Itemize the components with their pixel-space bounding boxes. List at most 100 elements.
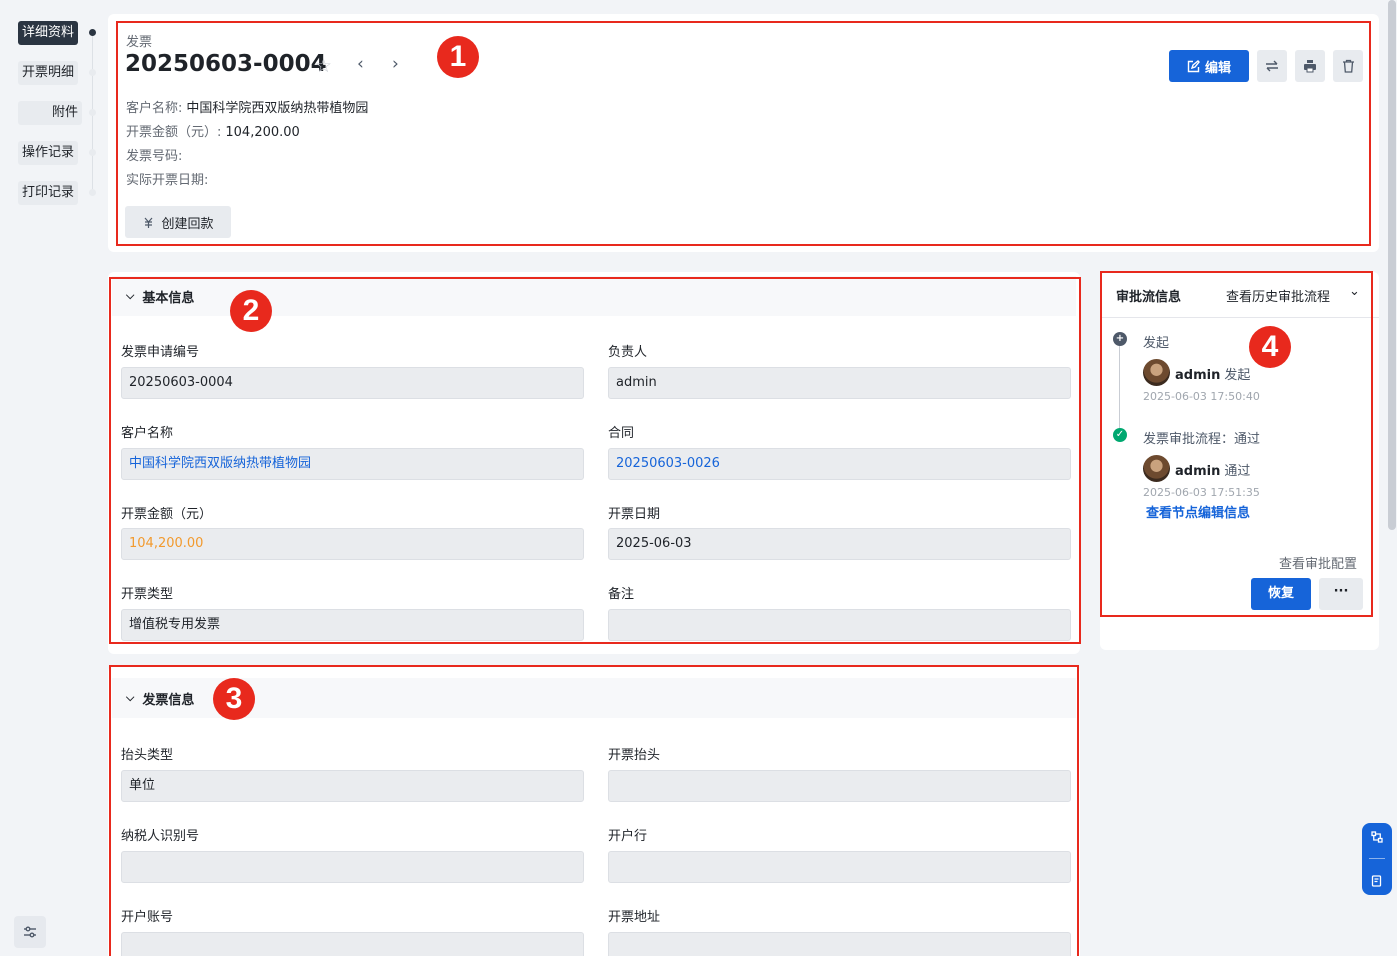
page-title: 20250603-0004 xyxy=(125,51,327,77)
field-label: 开票金额（元） xyxy=(121,507,213,522)
star-icon[interactable]: ☆ xyxy=(315,55,332,77)
field-label: 抬头类型 xyxy=(121,748,174,763)
field-label: 纳税人识别号 xyxy=(121,829,200,844)
anchor-nav: 详细资料 开票明细 附件 操作记录 打印记录 xyxy=(0,0,108,956)
kv-actual-date: 实际开票日期: xyxy=(126,169,212,188)
customer-name-link[interactable]: 中国科学院西双版纳热带植物园 xyxy=(121,448,584,480)
kv-label: 发票号码: xyxy=(126,149,183,164)
invoice-info-title: 发票信息 xyxy=(142,692,195,708)
field-label: 客户名称 xyxy=(121,426,174,441)
step-name: 发起 xyxy=(1143,336,1170,351)
bank-field[interactable] xyxy=(608,851,1071,883)
nav-dot xyxy=(89,109,96,116)
taxpayer-id-field[interactable] xyxy=(121,851,584,883)
chevron-right-icon[interactable]: › xyxy=(392,54,399,74)
owner-field[interactable]: admin xyxy=(608,367,1071,399)
step-time: 2025-06-03 17:50:40 xyxy=(1143,390,1260,403)
step-time: 2025-06-03 17:51:35 xyxy=(1143,486,1260,499)
nav-dot xyxy=(89,149,96,156)
step-action: 发起 xyxy=(1224,368,1251,383)
nav-dot xyxy=(89,69,96,76)
more-button[interactable]: ··· xyxy=(1319,578,1363,610)
kv-label: 客户名称: xyxy=(126,101,183,116)
payment-icon xyxy=(145,217,153,228)
check-circle-icon: ✓ xyxy=(1113,428,1127,442)
field-label: 备注 xyxy=(608,587,635,602)
nav-item-operation-log[interactable]: 操作记录 xyxy=(18,141,79,165)
kv-amount: 开票金额（元）: 104,200.00 xyxy=(126,121,300,140)
account-number-field[interactable] xyxy=(121,932,584,956)
delete-button[interactable] xyxy=(1333,50,1363,82)
field-label: 发票申请编号 xyxy=(121,345,200,360)
approval-history-link[interactable]: 查看历史审批流程 xyxy=(1226,286,1330,305)
timeline-line xyxy=(1119,346,1120,428)
plus-circle-icon: + xyxy=(1113,332,1127,346)
create-payment-button[interactable]: 创建回款 xyxy=(125,206,231,238)
field-label: 开票日期 xyxy=(608,507,661,522)
floating-toolbar xyxy=(1362,823,1392,895)
kv-invoice-number: 发票号码: xyxy=(126,145,186,164)
edit-button[interactable]: 编辑 xyxy=(1169,50,1249,82)
field-label: 开户账号 xyxy=(121,910,174,925)
chevron-down-icon: ⌵ xyxy=(126,289,135,302)
nav-dot-details xyxy=(89,29,96,36)
annotation-badge-2: 2 xyxy=(230,290,272,332)
sliders-icon xyxy=(24,926,36,938)
step-user: admin 发起 xyxy=(1175,364,1250,383)
approval-title: 审批流信息 xyxy=(1116,290,1182,305)
kv-label: 实际开票日期: xyxy=(126,173,209,188)
create-payment-label: 创建回款 xyxy=(161,216,214,232)
print-button[interactable] xyxy=(1295,50,1325,82)
edit-button-label: 编辑 xyxy=(1204,60,1231,76)
settings-sliders-button[interactable] xyxy=(14,916,46,948)
title-type-field[interactable]: 单位 xyxy=(121,770,584,802)
nav-item-invoice-lines[interactable]: 开票明细 xyxy=(18,61,79,85)
node-edit-info-link[interactable]: 查看节点编辑信息 xyxy=(1146,502,1250,521)
chevron-left-icon[interactable]: ‹ xyxy=(357,54,364,74)
field-label: 开票类型 xyxy=(121,587,174,602)
invoice-date-field[interactable]: 2025-06-03 xyxy=(608,528,1071,560)
nav-item-details[interactable]: 详细资料 xyxy=(18,21,79,45)
invoice-info-header[interactable]: ⌵ 发票信息 xyxy=(112,678,1076,718)
invoice-type-field[interactable]: 增值税专用发票 xyxy=(121,609,584,641)
contract-link[interactable]: 20250603-0026 xyxy=(608,448,1071,480)
field-label: 开票抬头 xyxy=(608,748,661,763)
scrollbar[interactable] xyxy=(1388,0,1396,530)
avatar xyxy=(1143,455,1170,482)
field-label: 开户行 xyxy=(608,829,648,844)
note-icon[interactable] xyxy=(1371,875,1383,887)
remark-field[interactable] xyxy=(608,609,1071,641)
kv-customer: 客户名称: 中国科学院西双版纳热带植物园 xyxy=(126,97,368,116)
nav-item-attachments[interactable]: 附件 xyxy=(18,101,82,125)
record-type-label: 发票 xyxy=(126,35,153,50)
trash-icon xyxy=(1342,59,1354,73)
step-user: admin 通过 xyxy=(1175,460,1250,479)
annotation-badge-1: 1 xyxy=(437,36,479,78)
invoice-amount-field[interactable]: 104,200.00 xyxy=(121,528,584,560)
annotation-badge-3: 3 xyxy=(213,678,255,720)
invoice-address-field[interactable] xyxy=(608,932,1071,956)
approval-config-link[interactable]: 查看审批配置 xyxy=(1279,553,1357,572)
basic-info-title: 基本信息 xyxy=(142,290,195,306)
field-label: 合同 xyxy=(608,426,635,441)
chevron-down-icon[interactable]: ⌄ xyxy=(1349,284,1360,299)
transfer-button[interactable] xyxy=(1257,50,1287,82)
kv-label: 开票金额（元）: xyxy=(126,125,222,140)
step-action: 通过 xyxy=(1224,464,1251,479)
user-name: admin xyxy=(1175,368,1221,383)
divider xyxy=(1369,858,1385,860)
chevron-down-icon: ⌵ xyxy=(126,691,135,704)
kv-value: 中国科学院西双版纳热带植物园 xyxy=(186,101,369,116)
flow-icon[interactable] xyxy=(1371,831,1383,843)
step-name: 发票审批流程：通过 xyxy=(1143,432,1261,447)
application-number-field[interactable]: 20250603-0004 xyxy=(121,367,584,399)
invoice-title-field[interactable] xyxy=(608,770,1071,802)
annotation-badge-4: 4 xyxy=(1249,326,1291,368)
restore-button[interactable]: 恢复 xyxy=(1251,578,1311,610)
transfer-icon xyxy=(1266,60,1278,72)
user-name: admin xyxy=(1175,464,1221,479)
edit-icon xyxy=(1187,59,1200,72)
nav-item-print-log[interactable]: 打印记录 xyxy=(18,181,79,205)
kv-value: 104,200.00 xyxy=(225,125,300,140)
avatar xyxy=(1143,359,1170,386)
